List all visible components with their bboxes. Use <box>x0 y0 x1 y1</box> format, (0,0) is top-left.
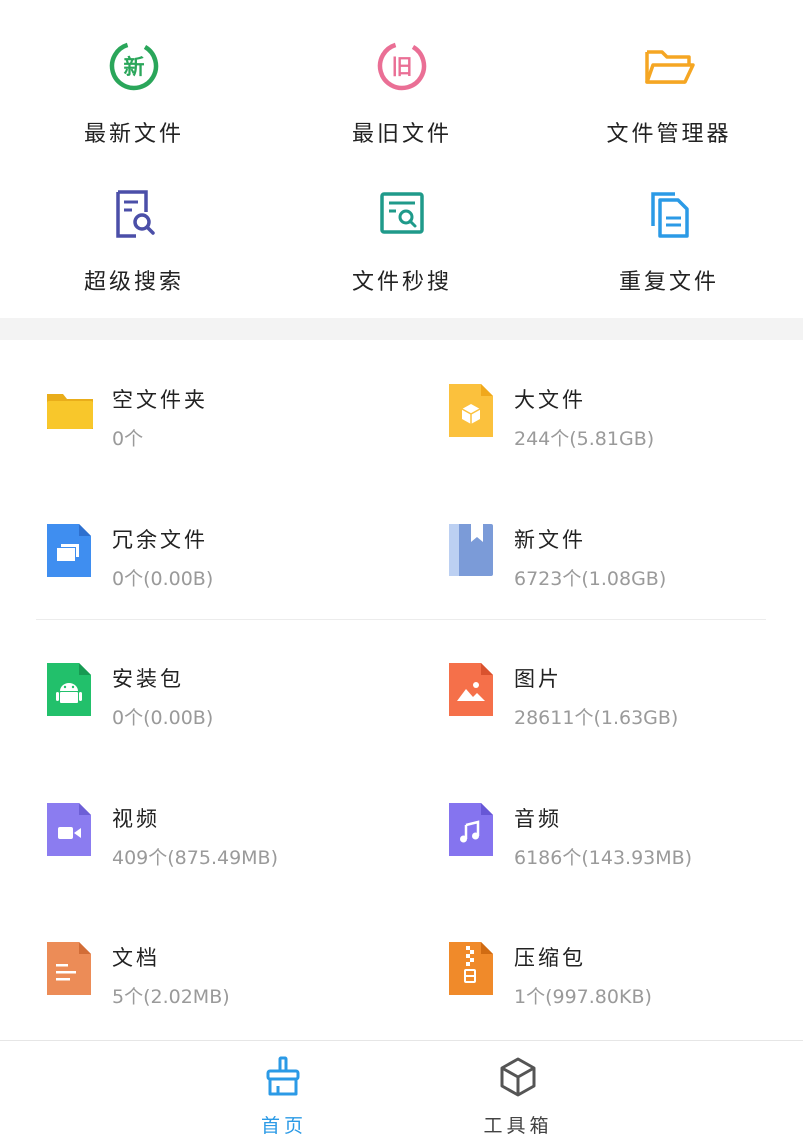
doc-search-icon <box>106 186 162 242</box>
category-count: 6186个(143.93MB) <box>514 847 693 869</box>
category-videos[interactable]: 视频 409个(875.49MB) <box>45 801 405 871</box>
category-count: 28611个(1.63GB) <box>514 707 679 729</box>
category-redundant-files[interactable]: 冗余文件 0个(0.00B) <box>45 522 405 592</box>
category-count: 409个(875.49MB) <box>112 847 278 869</box>
category-empty-folder[interactable]: 空文件夹 0个 <box>45 382 405 452</box>
quick-tool-label: 最新文件 <box>83 122 184 147</box>
new-file-book-icon <box>447 522 497 580</box>
folder-outline-icon <box>641 38 697 94</box>
quick-tool-super-search[interactable]: 超级搜索 <box>34 186 234 316</box>
file-manager-home: 新 最新文件 旧 最旧文件 文件管理器 超级搜索 文件秒搜 重复文件 空文件夹 … <box>0 0 803 1141</box>
zip-file-icon <box>447 940 497 998</box>
category-name: 文档 <box>112 946 160 970</box>
new-badge-icon: 新 <box>106 38 162 94</box>
category-documents[interactable]: 文档 5个(2.02MB) <box>45 940 405 1010</box>
apk-android-icon <box>45 661 95 719</box>
category-name: 视频 <box>112 807 160 831</box>
category-count: 244个(5.81GB) <box>514 428 655 450</box>
svg-text:旧: 旧 <box>392 55 413 79</box>
category-count: 1个(997.80KB) <box>514 986 652 1008</box>
quick-tool-duplicate-files[interactable]: 重复文件 <box>569 186 769 316</box>
quick-tool-label: 重复文件 <box>618 270 719 295</box>
category-images[interactable]: 图片 28611个(1.63GB) <box>447 661 803 731</box>
quick-search-icon <box>374 186 430 242</box>
bottom-tab-bar: 首页 工具箱 <box>0 1040 803 1141</box>
category-count: 0个 <box>112 428 144 450</box>
audio-file-icon <box>447 801 497 859</box>
category-name: 新文件 <box>514 528 586 552</box>
tab-home[interactable]: 首页 <box>224 1055 344 1137</box>
category-audio[interactable]: 音频 6186个(143.93MB) <box>447 801 803 871</box>
category-name: 音频 <box>514 807 562 831</box>
section-divider <box>0 318 803 340</box>
category-name: 大文件 <box>514 388 586 412</box>
large-file-icon <box>447 382 497 440</box>
tab-toolbox-label: 工具箱 <box>483 1115 553 1137</box>
quick-tools-grid: 新 最新文件 旧 最旧文件 文件管理器 超级搜索 文件秒搜 重复文件 <box>0 0 803 318</box>
category-install-packages[interactable]: 安装包 0个(0.00B) <box>45 661 405 731</box>
category-count: 6723个(1.08GB) <box>514 568 667 590</box>
quick-tool-newest-files[interactable]: 新 最新文件 <box>34 38 234 168</box>
yellow-folder-icon <box>45 382 95 440</box>
tab-toolbox[interactable]: 工具箱 <box>458 1055 578 1137</box>
quick-tool-file-manager[interactable]: 文件管理器 <box>569 38 769 168</box>
video-file-icon <box>45 801 95 859</box>
category-name: 空文件夹 <box>112 388 208 412</box>
quick-tool-label: 超级搜索 <box>83 270 184 295</box>
quick-tool-label: 文件秒搜 <box>351 270 452 295</box>
category-count: 5个(2.02MB) <box>112 986 230 1008</box>
category-name: 冗余文件 <box>112 528 208 552</box>
category-name: 安装包 <box>112 667 184 691</box>
quick-tool-oldest-files[interactable]: 旧 最旧文件 <box>302 38 502 168</box>
row-divider <box>36 619 766 620</box>
document-file-icon <box>45 940 95 998</box>
category-name: 图片 <box>514 667 562 691</box>
category-new-files[interactable]: 新文件 6723个(1.08GB) <box>447 522 803 592</box>
cube-icon <box>496 1055 540 1103</box>
quick-tool-label: 文件管理器 <box>606 122 732 147</box>
broom-icon <box>262 1055 306 1103</box>
tab-home-label: 首页 <box>260 1115 307 1137</box>
category-name: 压缩包 <box>514 946 586 970</box>
redundant-file-icon <box>45 522 95 580</box>
category-large-files[interactable]: 大文件 244个(5.81GB) <box>447 382 803 452</box>
svg-text:新: 新 <box>124 55 145 79</box>
quick-tool-label: 最旧文件 <box>351 122 452 147</box>
old-badge-icon: 旧 <box>374 38 430 94</box>
category-count: 0个(0.00B) <box>112 568 214 590</box>
quick-tool-instant-search[interactable]: 文件秒搜 <box>302 186 502 316</box>
duplicate-files-icon <box>641 186 697 242</box>
image-file-icon <box>447 661 497 719</box>
category-count: 0个(0.00B) <box>112 707 214 729</box>
category-archives[interactable]: 压缩包 1个(997.80KB) <box>447 940 803 1010</box>
